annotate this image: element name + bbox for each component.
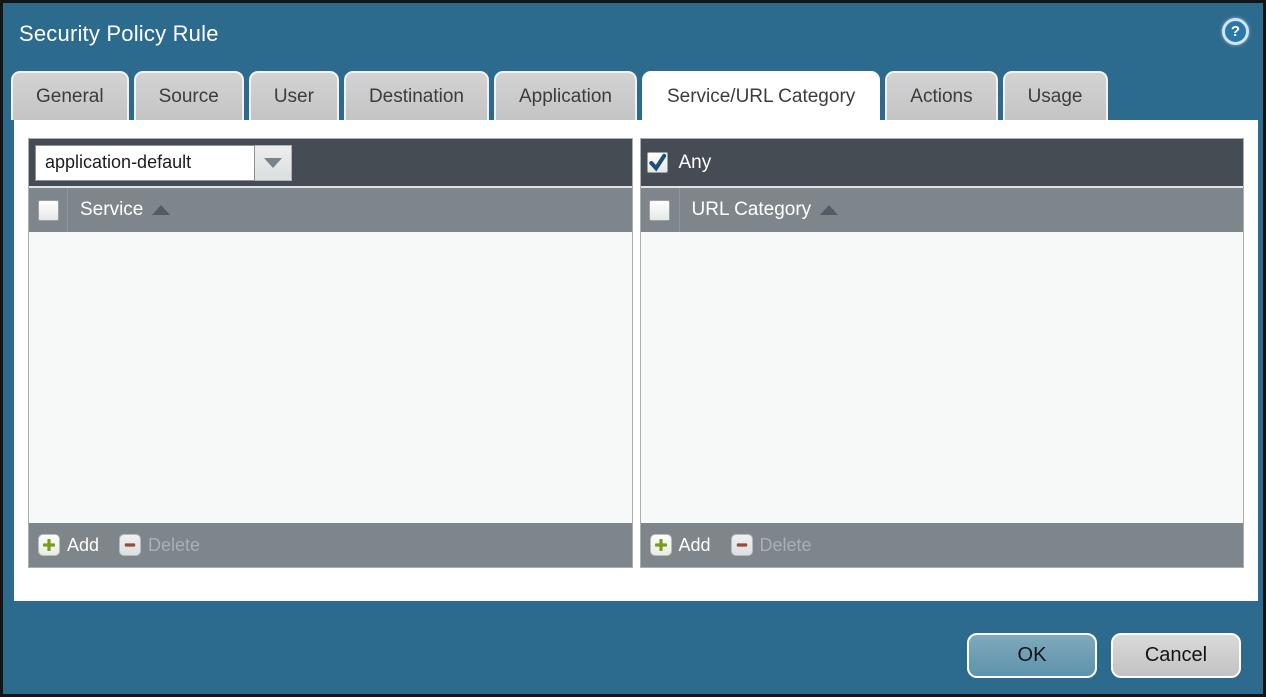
service-grid-header: Service <box>29 186 632 232</box>
chevron-down-icon <box>264 158 282 168</box>
url-grid-header: URL Category <box>641 186 1244 232</box>
url-category-column-label: URL Category <box>692 199 812 221</box>
url-delete-label: Delete <box>760 535 812 556</box>
service-type-dropdown[interactable]: application-default <box>35 145 292 181</box>
service-select-all-cell <box>29 188 68 232</box>
url-category-panel: Any URL Category Add <box>640 138 1245 568</box>
tab-user[interactable]: User <box>249 71 339 120</box>
tab-source[interactable]: Source <box>134 71 244 120</box>
tab-destination[interactable]: Destination <box>344 71 489 120</box>
service-list[interactable] <box>29 232 632 523</box>
ok-button[interactable]: OK <box>967 633 1097 678</box>
service-column-label: Service <box>80 199 143 221</box>
service-delete-button[interactable]: Delete <box>119 534 200 556</box>
tab-application[interactable]: Application <box>494 71 637 120</box>
tab-service-url-category[interactable]: Service/URL Category <box>642 71 880 120</box>
dialog-title: Security Policy Rule <box>19 21 219 47</box>
delete-minus-icon <box>119 534 141 556</box>
url-panel-footer: Add Delete <box>641 523 1244 567</box>
sort-ascending-icon <box>152 205 170 215</box>
checkmark-icon <box>648 153 667 172</box>
service-url-category-content: application-default Service <box>14 120 1258 601</box>
url-delete-button[interactable]: Delete <box>731 534 812 556</box>
tab-bar: General Source User Destination Applicat… <box>11 71 1113 120</box>
service-panel-footer: Add Delete <box>29 523 632 567</box>
service-delete-label: Delete <box>148 535 200 556</box>
sort-ascending-icon <box>820 205 838 215</box>
service-panel-toolbar: application-default <box>29 139 632 186</box>
any-checkbox[interactable] <box>647 152 668 173</box>
dropdown-arrow-button[interactable] <box>255 145 292 181</box>
add-plus-icon <box>38 534 60 556</box>
help-icon[interactable]: ? <box>1222 18 1249 45</box>
service-type-dropdown-value[interactable]: application-default <box>35 145 255 181</box>
add-plus-icon <box>650 534 672 556</box>
tab-actions[interactable]: Actions <box>885 71 997 120</box>
security-policy-rule-dialog: Security Policy Rule ? General Source Us… <box>0 0 1266 697</box>
delete-minus-icon <box>731 534 753 556</box>
url-category-list[interactable] <box>641 232 1244 523</box>
service-add-label: Add <box>67 535 99 556</box>
help-glyph: ? <box>1231 23 1240 40</box>
url-select-all-checkbox[interactable] <box>649 200 670 221</box>
service-column-header[interactable]: Service <box>68 188 170 232</box>
service-panel: application-default Service <box>28 138 633 568</box>
any-label: Any <box>679 152 712 174</box>
dialog-button-row: OK Cancel <box>967 633 1241 678</box>
title-bar: Security Policy Rule ? <box>3 3 1263 68</box>
cancel-button[interactable]: Cancel <box>1111 633 1241 678</box>
url-add-label: Add <box>679 535 711 556</box>
url-category-column-header[interactable]: URL Category <box>680 188 839 232</box>
url-select-all-cell <box>641 188 680 232</box>
service-select-all-checkbox[interactable] <box>38 200 59 221</box>
service-add-button[interactable]: Add <box>38 534 99 556</box>
url-panel-toolbar: Any <box>641 139 1244 186</box>
tab-general[interactable]: General <box>11 71 129 120</box>
tab-usage[interactable]: Usage <box>1003 71 1108 120</box>
url-add-button[interactable]: Add <box>650 534 711 556</box>
